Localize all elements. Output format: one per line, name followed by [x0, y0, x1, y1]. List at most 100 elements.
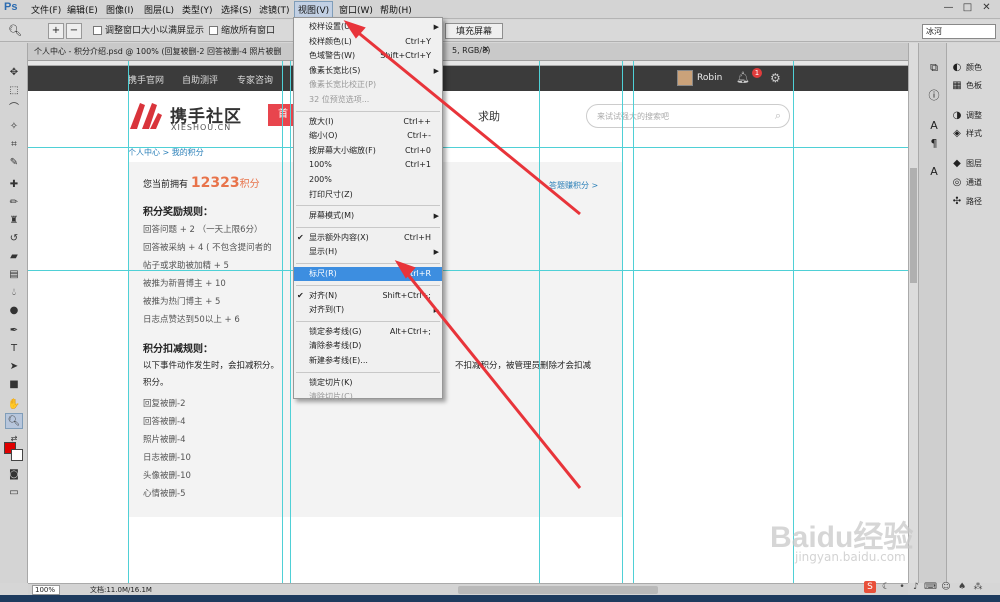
nav-expert-consult[interactable]: 专家咨询 — [237, 73, 273, 86]
zoom-all-checkbox[interactable]: 缩放所有窗口 — [209, 23, 275, 39]
view-menu-item[interactable]: 像素长宽比校正(P) — [294, 78, 442, 92]
guide-line[interactable] — [128, 61, 129, 583]
history-panel-icon[interactable]: ⧉ — [927, 61, 941, 75]
menu-layer[interactable]: 图层(L) — [142, 3, 176, 16]
gradient-tool-icon[interactable]: ▤ — [5, 267, 23, 283]
panel-swatches[interactable]: ▦ 色板 — [951, 78, 1000, 94]
view-menu-item[interactable]: 打印尺寸(Z) — [294, 188, 442, 202]
guide-line[interactable] — [539, 61, 540, 583]
view-menu-item[interactable]: ✔ 对齐(N) Shift+Ctrl+; — [294, 289, 442, 303]
view-menu-item[interactable]: 显示(H) ▶ — [294, 245, 442, 259]
quick-mask-icon[interactable]: ◙ — [5, 467, 23, 483]
document-canvas[interactable]: 携手官网 自助测评 专家咨询 Robin 🔔︎ 1 ⚙ 携手社区 XIESHOU… — [28, 66, 908, 583]
dot-icon[interactable]: • — [896, 581, 908, 593]
magic-wand-icon[interactable]: ✧ — [5, 119, 23, 135]
view-menu-item[interactable]: 按屏幕大小缩放(F) Ctrl+0 — [294, 144, 442, 158]
bell-icon[interactable]: 🔔︎ — [736, 71, 750, 85]
view-menu-item[interactable]: 放大(I) Ctrl++ — [294, 115, 442, 129]
info-panel-icon[interactable]: ⓘ — [927, 89, 941, 103]
view-menu-item[interactable]: 缩小(O) Ctrl+- — [294, 129, 442, 143]
search-icon[interactable]: ⌕ — [775, 109, 781, 123]
menu-filter[interactable]: 滤镜(T) — [257, 3, 292, 16]
guide-line[interactable] — [793, 61, 794, 583]
healing-brush-icon[interactable]: ✚ — [5, 177, 23, 193]
workspace-select[interactable]: 冰河 — [922, 24, 996, 39]
panel-adjustments[interactable]: ◑ 调整 — [951, 108, 1000, 124]
avatar[interactable] — [677, 70, 693, 86]
site-search-input[interactable]: 来试试强大的搜索吧 ⌕ — [586, 104, 790, 128]
view-menu-item[interactable]: 色域警告(W) Shift+Ctrl+Y — [294, 49, 442, 63]
hand-tool-icon[interactable]: ✋ — [5, 397, 23, 413]
nav-self-assessment[interactable]: 自助测评 — [182, 73, 218, 86]
shirt-icon[interactable]: ♠ — [956, 581, 968, 593]
view-menu-item[interactable]: 像素长宽比(S) ▶ — [294, 64, 442, 78]
crop-tool-icon[interactable]: ⌗ — [5, 137, 23, 153]
view-menu-item[interactable]: 200% — [294, 173, 442, 187]
menu-edit[interactable]: 编辑(E) — [65, 3, 100, 16]
eraser-tool-icon[interactable]: ▰ — [5, 249, 23, 265]
path-select-icon[interactable]: ➤ — [5, 359, 23, 375]
eyedropper-tool-icon[interactable]: ✎ — [5, 155, 23, 171]
zoom-tool-icon[interactable]: 🔍︎ — [8, 23, 22, 39]
nav-help-tab[interactable]: 求助 — [478, 108, 500, 124]
input-method-icon[interactable]: S — [864, 581, 876, 593]
guide-line[interactable] — [622, 61, 623, 583]
user-icon[interactable]: ☺ — [940, 581, 952, 593]
panel-color[interactable]: ◐ 颜色 — [951, 60, 1000, 76]
guide-line[interactable] — [28, 270, 908, 271]
menu-help[interactable]: 帮助(H) — [378, 3, 414, 16]
character-panel-icon[interactable]: A — [927, 119, 941, 133]
horizontal-scrollbar[interactable] — [458, 586, 658, 594]
keyboard-icon[interactable]: ⌨ — [924, 581, 937, 593]
scrollbar-thumb[interactable] — [910, 168, 917, 283]
minimize-button[interactable]: — — [940, 1, 957, 16]
close-button[interactable]: ✕ — [978, 1, 995, 16]
view-menu-item[interactable]: 清除切片(C) — [294, 390, 442, 404]
menu-select[interactable]: 选择(S) — [219, 3, 254, 16]
menu-window[interactable]: 窗口(W) — [337, 3, 375, 16]
resize-window-checkbox[interactable]: 调整窗口大小以满屏显示 — [93, 23, 204, 39]
move-tool-icon[interactable]: ✥ — [5, 65, 23, 81]
vertical-scrollbar[interactable] — [908, 43, 918, 583]
breadcrumb[interactable]: 个人中心 > 我的积分 — [128, 147, 204, 158]
marquee-tool-icon[interactable]: ⬚ — [5, 83, 23, 99]
panel-styles[interactable]: ◈ 样式 — [951, 126, 1000, 142]
zoom-tool-icon[interactable]: 🔍︎ — [5, 413, 23, 429]
pen-tool-icon[interactable]: ✒ — [5, 323, 23, 339]
menu-image[interactable]: 图像(I) — [104, 3, 136, 16]
gear-icon[interactable]: ⚙ — [770, 71, 784, 85]
character-style-icon[interactable]: A — [927, 165, 941, 179]
menu-type[interactable]: 类型(Y) — [180, 3, 215, 16]
zoom-level-field[interactable]: 100% — [32, 585, 60, 595]
lasso-tool-icon[interactable]: ⌒ — [5, 101, 23, 117]
view-menu-item[interactable]: 校样颜色(L) Ctrl+Y — [294, 35, 442, 49]
shape-tool-icon[interactable]: ■ — [5, 377, 23, 393]
menu-view[interactable]: 视图(V) — [294, 1, 334, 18]
guide-line[interactable] — [633, 61, 634, 583]
guide-line[interactable] — [282, 61, 283, 583]
brush-tool-icon[interactable]: ✏ — [5, 195, 23, 211]
menu-file[interactable]: 文件(F) — [29, 3, 63, 16]
view-menu-item[interactable]: 新建参考线(E)... — [294, 354, 442, 368]
paragraph-panel-icon[interactable]: ¶ — [927, 137, 941, 151]
view-menu-item[interactable]: 屏幕模式(M) ▶ — [294, 209, 442, 223]
dodge-tool-icon[interactable]: ● — [5, 303, 23, 319]
view-menu-item[interactable]: 对齐到(T) ▶ — [294, 303, 442, 317]
fill-screen-button[interactable]: 填充屏幕 — [445, 23, 504, 39]
panel-paths[interactable]: ✣ 路径 — [951, 194, 1000, 210]
type-tool-icon[interactable]: T — [5, 341, 23, 357]
background-color-swatch[interactable] — [11, 449, 23, 461]
panel-channels[interactable]: ◎ 通道 — [951, 175, 1000, 191]
blur-tool-icon[interactable]: 💧︎ — [5, 285, 23, 301]
user-name[interactable]: Robin — [697, 73, 722, 83]
zoom-in-icon[interactable]: + — [48, 23, 64, 39]
moon-icon[interactable]: ☾ — [880, 581, 892, 593]
view-menu-item[interactable]: 清除参考线(D) — [294, 339, 442, 353]
view-menu-item[interactable]: 锁定参考线(G) Alt+Ctrl+; — [294, 325, 442, 339]
mic-icon[interactable]: ♪ — [910, 581, 922, 593]
view-menu-item[interactable]: 32 位预览选项... — [294, 93, 442, 107]
close-tab-icon[interactable]: ✕ — [482, 45, 490, 55]
view-menu-item[interactable]: 校样设置(U) ▶ — [294, 20, 442, 34]
clone-stamp-icon[interactable]: ♜ — [5, 213, 23, 229]
view-menu-item[interactable]: 100% Ctrl+1 — [294, 158, 442, 172]
